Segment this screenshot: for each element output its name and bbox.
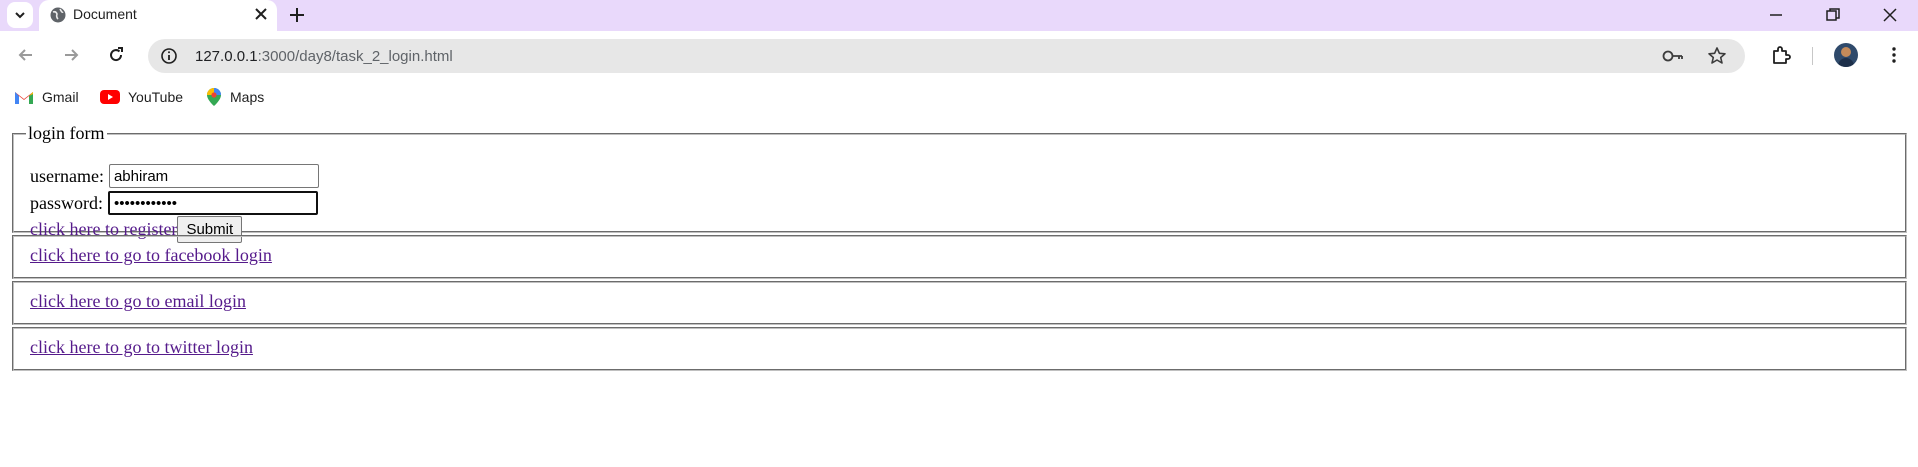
key-icon[interactable] [1661,47,1685,65]
bookmark-gmail[interactable]: Gmail [14,87,79,107]
login-form-legend: login form [28,123,105,143]
browser-toolbar: 127.0.0.1:3000/day8/task_2_login.html [0,31,1918,79]
globe-icon [50,7,66,23]
url-text[interactable]: 127.0.0.1:3000/day8/task_2_login.html [195,48,453,65]
facebook-login-link[interactable]: click here to go to facebook login [30,245,272,265]
gmail-icon [15,92,33,104]
page-content: login form username: password: click her… [0,115,1918,467]
tab-title: Document [73,6,137,22]
bookmark-youtube[interactable]: YouTube [100,87,183,107]
chevron-down-icon [15,12,25,19]
tab-strip: Document [0,0,1918,31]
bookmark-star-icon[interactable] [1707,46,1727,66]
address-bar[interactable]: 127.0.0.1:3000/day8/task_2_login.html [148,39,1745,73]
close-icon[interactable] [252,5,270,23]
email-fieldset: click here to go to email login [12,281,1907,325]
url-host: 127.0.0.1 [195,48,258,65]
extensions-icon[interactable] [1771,45,1791,65]
tab-search-button[interactable] [7,2,33,28]
forward-icon[interactable] [61,45,81,65]
facebook-fieldset: click here to go to facebook login [12,235,1907,279]
username-input[interactable] [108,164,319,188]
bookmark-label: Gmail [42,89,79,105]
twitter-login-link[interactable]: click here to go to twitter login [30,337,253,357]
twitter-fieldset: click here to go to twitter login [12,327,1907,371]
site-info-icon[interactable] [160,47,178,65]
new-tab-icon[interactable] [286,4,308,26]
url-path: :3000/day8/task_2_login.html [257,48,453,65]
bookmarks-bar: Gmail YouTube Maps [0,79,1918,115]
minimize-icon[interactable] [1765,4,1787,26]
email-login-link[interactable]: click here to go to email login [30,291,246,311]
bookmark-maps[interactable]: Maps [206,87,264,107]
reload-icon[interactable] [106,45,126,65]
toolbar-divider [1812,47,1813,65]
username-label: username: [30,165,104,186]
youtube-icon [100,90,120,104]
back-icon[interactable] [16,45,36,65]
login-form-fieldset: login form username: password: click her… [12,123,1907,243]
password-input[interactable] [108,191,318,215]
close-window-icon[interactable] [1879,4,1901,26]
username-row: username: [30,164,319,188]
profile-avatar[interactable] [1834,43,1858,67]
bookmark-label: Maps [230,89,265,105]
password-label: password: [30,192,103,213]
bookmark-label: YouTube [128,89,184,105]
maps-icon [207,88,221,106]
restore-icon[interactable] [1822,4,1844,26]
tab-document[interactable]: Document [39,0,277,31]
password-row: password: [30,191,318,215]
more-menu-icon[interactable] [1884,45,1904,65]
